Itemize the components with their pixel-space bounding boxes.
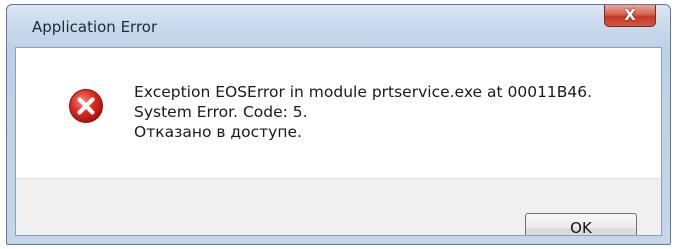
message-line: System Error. Code: 5. (134, 103, 308, 121)
error-dialog: Application Error X Exception EOSError i… (6, 4, 671, 245)
message-area: Exception EOSError in module prtservice.… (16, 48, 661, 178)
message-line: Exception EOSError in module prtservice.… (134, 83, 593, 101)
close-icon: X (624, 6, 636, 24)
dialog-title: Application Error (32, 18, 158, 36)
button-bar: OK (16, 178, 661, 235)
dialog-body: Exception EOSError in module prtservice.… (15, 47, 662, 236)
error-icon (69, 89, 103, 123)
error-message: Exception EOSError in module prtservice.… (134, 82, 592, 142)
ok-button[interactable]: OK (525, 213, 637, 235)
close-button[interactable]: X (604, 5, 656, 27)
message-line: Отказано в доступе. (134, 123, 302, 141)
title-bar[interactable]: Application Error X (7, 5, 670, 47)
